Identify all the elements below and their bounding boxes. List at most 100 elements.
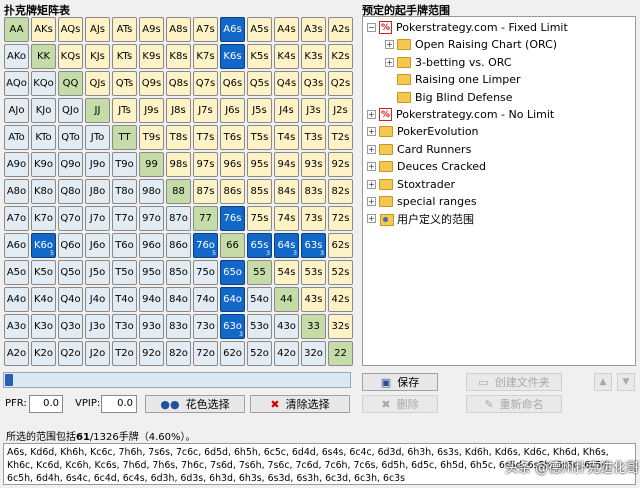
- hand-cell[interactable]: 73o: [193, 314, 218, 339]
- hand-cell[interactable]: Q3o: [58, 314, 83, 339]
- hand-cell[interactable]: 75o: [193, 260, 218, 285]
- hand-cell[interactable]: 76o 5: [193, 233, 218, 258]
- hand-cell[interactable]: 96o: [139, 233, 164, 258]
- expand-icon[interactable]: +: [367, 144, 376, 154]
- hand-cell[interactable]: 54o: [247, 287, 272, 312]
- hand-cell[interactable]: Q5o: [58, 260, 83, 285]
- hand-cell[interactable]: A5s: [247, 17, 272, 42]
- hand-cell[interactable]: K7s: [193, 44, 218, 69]
- hand-cell[interactable]: J5s: [247, 98, 272, 123]
- hand-cell[interactable]: 87o: [166, 206, 191, 231]
- hand-cell[interactable]: J4o: [85, 287, 110, 312]
- tree-node[interactable]: +% Pokerstrategy.com - No Limit: [367, 106, 554, 123]
- hand-cell[interactable]: QQ: [58, 71, 83, 96]
- hand-cell[interactable]: J7o: [85, 206, 110, 231]
- hand-cell[interactable]: K3s: [301, 44, 326, 69]
- hand-cell[interactable]: 93o: [139, 314, 164, 339]
- hand-cell[interactable]: T3o: [112, 314, 137, 339]
- suit-select-button[interactable]: ●● 花色选择: [145, 395, 245, 413]
- tree-node[interactable]: + PokerEvolution: [367, 123, 479, 140]
- hand-cell[interactable]: 65o: [220, 260, 245, 285]
- hand-cell[interactable]: J3o: [85, 314, 110, 339]
- hand-cell[interactable]: JTs: [112, 98, 137, 123]
- hand-cell[interactable]: 66: [220, 233, 245, 258]
- hand-cell[interactable]: T6s: [220, 125, 245, 150]
- hand-cell[interactable]: KTs: [112, 44, 137, 69]
- hand-cell[interactable]: 75s: [247, 206, 272, 231]
- hand-cell[interactable]: 74o: [193, 287, 218, 312]
- hand-cell[interactable]: 98o: [139, 179, 164, 204]
- hand-cell[interactable]: QJo: [58, 98, 83, 123]
- hand-cell[interactable]: 92s: [328, 152, 353, 177]
- hand-cell[interactable]: A9o: [4, 152, 29, 177]
- hand-cell[interactable]: A3o: [4, 314, 29, 339]
- hand-cell[interactable]: T9s: [139, 125, 164, 150]
- hand-cell[interactable]: Q8s: [166, 71, 191, 96]
- hand-cell[interactable]: 97s: [193, 152, 218, 177]
- tree-node[interactable]: −% Pokerstrategy.com - Fixed Limit: [367, 19, 568, 36]
- hand-cell[interactable]: 84o: [166, 287, 191, 312]
- hand-cell[interactable]: AA: [4, 17, 29, 42]
- hand-cell[interactable]: Q8o: [58, 179, 83, 204]
- hand-cell[interactable]: J9o: [85, 152, 110, 177]
- hand-cell[interactable]: 44: [274, 287, 299, 312]
- hand-cell[interactable]: 92o: [139, 341, 164, 366]
- hand-cell[interactable]: A7o: [4, 206, 29, 231]
- hand-cell[interactable]: T7o: [112, 206, 137, 231]
- hand-cell[interactable]: J9s: [139, 98, 164, 123]
- expand-icon[interactable]: +: [367, 197, 376, 206]
- hand-cell[interactable]: K9s: [139, 44, 164, 69]
- hand-cell[interactable]: Q3s: [301, 71, 326, 96]
- hand-cell[interactable]: K8o: [31, 179, 56, 204]
- vpip-input[interactable]: 0.0: [101, 395, 137, 413]
- hand-cell[interactable]: 88: [166, 179, 191, 204]
- hand-cell[interactable]: Q6s: [220, 71, 245, 96]
- hand-cell[interactable]: 32s: [328, 314, 353, 339]
- delete-button[interactable]: ✖ 删除: [362, 395, 438, 413]
- hand-cell[interactable]: Q4o: [58, 287, 83, 312]
- hand-cell[interactable]: 86s: [220, 179, 245, 204]
- hand-cell[interactable]: AQo: [4, 71, 29, 96]
- hand-cell[interactable]: Q6o: [58, 233, 83, 258]
- hand-cell[interactable]: 62s: [328, 233, 353, 258]
- hand-cell[interactable]: T2o: [112, 341, 137, 366]
- expand-icon[interactable]: +: [367, 110, 376, 119]
- hand-cell[interactable]: T4s: [274, 125, 299, 150]
- hand-cell[interactable]: K2s: [328, 44, 353, 69]
- hand-cell[interactable]: A9s: [139, 17, 164, 42]
- hand-cell[interactable]: KQs: [58, 44, 83, 69]
- hand-cell[interactable]: 97o: [139, 206, 164, 231]
- hand-cell[interactable]: T2s: [328, 125, 353, 150]
- hand-cell[interactable]: 93s: [301, 152, 326, 177]
- hand-cell[interactable]: KJs: [85, 44, 110, 69]
- hand-cell[interactable]: T7s: [193, 125, 218, 150]
- hand-cell[interactable]: 33: [301, 314, 326, 339]
- hand-cell[interactable]: J7s: [193, 98, 218, 123]
- hand-cell[interactable]: TT: [112, 125, 137, 150]
- hand-cell[interactable]: Q9s: [139, 71, 164, 96]
- hand-cell[interactable]: K7o: [31, 206, 56, 231]
- hand-cell[interactable]: J6o: [85, 233, 110, 258]
- hand-cell[interactable]: 74s: [274, 206, 299, 231]
- hand-cell[interactable]: K2o: [31, 341, 56, 366]
- hand-cell[interactable]: 95s: [247, 152, 272, 177]
- hand-cell[interactable]: Q2o: [58, 341, 83, 366]
- hand-cell[interactable]: A7s: [193, 17, 218, 42]
- hand-cell[interactable]: A4o: [4, 287, 29, 312]
- hand-cell[interactable]: J2s: [328, 98, 353, 123]
- hand-cell[interactable]: K3o: [31, 314, 56, 339]
- hand-cell[interactable]: 98s: [166, 152, 191, 177]
- hand-cell[interactable]: 63o 3: [220, 314, 245, 339]
- hand-cell[interactable]: KJo: [31, 98, 56, 123]
- hand-cell[interactable]: 99: [139, 152, 164, 177]
- hand-cell[interactable]: 32o: [301, 341, 326, 366]
- range-slider[interactable]: [3, 372, 351, 388]
- hand-cell[interactable]: 65s 3: [247, 233, 272, 258]
- hand-cell[interactable]: AJs: [85, 17, 110, 42]
- hand-cell[interactable]: 52o: [247, 341, 272, 366]
- hand-cell[interactable]: 52s: [328, 260, 353, 285]
- hand-cell[interactable]: 94s: [274, 152, 299, 177]
- hand-cell[interactable]: 73s: [301, 206, 326, 231]
- hand-cell[interactable]: 83s: [301, 179, 326, 204]
- slider-thumb[interactable]: [5, 374, 13, 386]
